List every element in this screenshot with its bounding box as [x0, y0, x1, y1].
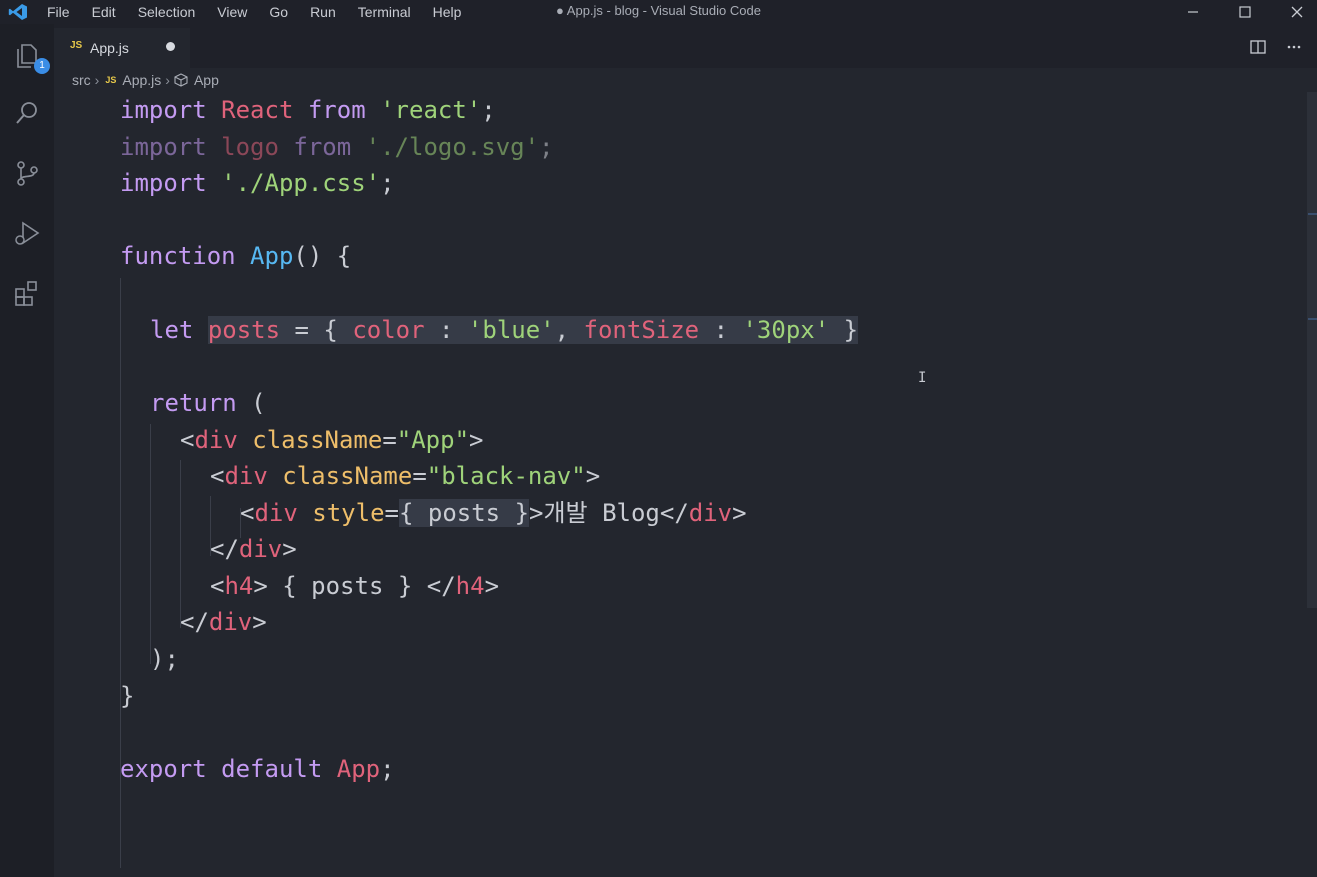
code-line-13: </div> [210, 535, 297, 563]
code-line-9: return ( [150, 389, 266, 417]
menu-go[interactable]: Go [269, 4, 288, 20]
menu-edit[interactable]: Edit [92, 4, 116, 20]
source-control-button[interactable] [10, 156, 44, 190]
ellipsis-icon [1287, 45, 1301, 49]
menu-view[interactable]: View [217, 4, 247, 20]
title-bar: File Edit Selection View Go Run Terminal… [0, 0, 1317, 24]
run-debug-button[interactable] [10, 216, 44, 250]
search-icon [16, 102, 37, 124]
code-line-16: ); [150, 645, 179, 673]
breadcrumb-symbol[interactable]: App [194, 72, 219, 88]
code-line-7: let posts = { color : 'blue', fontSize :… [150, 316, 859, 344]
tab-label: App.js [90, 40, 129, 56]
breadcrumb-file[interactable]: App.js [122, 72, 161, 88]
text-cursor-icon: I [918, 370, 927, 386]
explorer-badge: 1 [34, 58, 50, 74]
code-line-19: export default App; [120, 755, 395, 783]
menu-run[interactable]: Run [310, 4, 336, 20]
explorer-button[interactable]: 1 [10, 38, 50, 74]
source-control-icon [17, 161, 38, 186]
menu-file[interactable]: File [47, 4, 70, 20]
code-line-11: <div className="black-nav"> [210, 462, 601, 490]
scrollbar-thumb[interactable] [1307, 92, 1317, 608]
minimize-icon [1188, 11, 1198, 13]
menu-terminal[interactable]: Terminal [358, 4, 411, 20]
chevron-right-icon: › [165, 72, 170, 88]
code-line-1: import React from 'react'; [120, 96, 496, 124]
indent-guide [150, 424, 151, 664]
minimize-button[interactable] [1170, 0, 1216, 24]
close-button[interactable] [1274, 0, 1317, 24]
code-line-3: import './App.css'; [120, 169, 395, 197]
tab-app-js[interactable]: JS App.js [54, 28, 190, 68]
breadcrumb-folder[interactable]: src [72, 72, 91, 88]
menu-bar: File Edit Selection View Go Run Terminal… [47, 0, 483, 24]
extensions-button[interactable] [10, 276, 44, 310]
indent-guide [180, 460, 181, 628]
tab-bar: JS App.js [54, 24, 1317, 68]
extensions-icon [15, 281, 37, 306]
code-line-15: </div> [180, 608, 267, 636]
more-actions-button[interactable] [1283, 36, 1305, 58]
code-line-10: <div className="App"> [180, 426, 484, 454]
menu-selection[interactable]: Selection [138, 4, 196, 20]
code-editor[interactable]: import React from 'react'; import logo f… [54, 92, 1304, 877]
chevron-right-icon: › [94, 72, 100, 88]
symbol-cube-icon [174, 73, 188, 87]
code-line-17: } [120, 682, 135, 710]
breadcrumb: src › JS App.js › App [72, 70, 219, 90]
code-line-5: function App() { [120, 242, 352, 270]
search-button[interactable] [10, 96, 44, 130]
maximize-icon [1239, 6, 1251, 18]
scrollbar-marker [1308, 213, 1317, 215]
unsaved-dot-icon[interactable] [166, 42, 175, 51]
scrollbar-marker [1308, 318, 1317, 320]
code-line-12: <div style={ posts }>개발 Blog</div> [240, 499, 747, 527]
activity-bar: 1 [0, 24, 54, 877]
run-debug-icon [15, 221, 40, 245]
code-line-2: import logo from './logo.svg'; [120, 133, 554, 161]
code-line-14: <h4> { posts } </h4> [210, 572, 500, 600]
vscode-logo-icon [8, 4, 28, 20]
maximize-button[interactable] [1222, 0, 1268, 24]
js-file-icon: JS [70, 40, 83, 51]
menu-help[interactable]: Help [433, 4, 462, 20]
split-editor-button[interactable] [1247, 36, 1269, 58]
close-icon [1291, 6, 1303, 18]
js-file-icon: JS [105, 75, 117, 85]
split-editor-icon [1250, 40, 1266, 54]
